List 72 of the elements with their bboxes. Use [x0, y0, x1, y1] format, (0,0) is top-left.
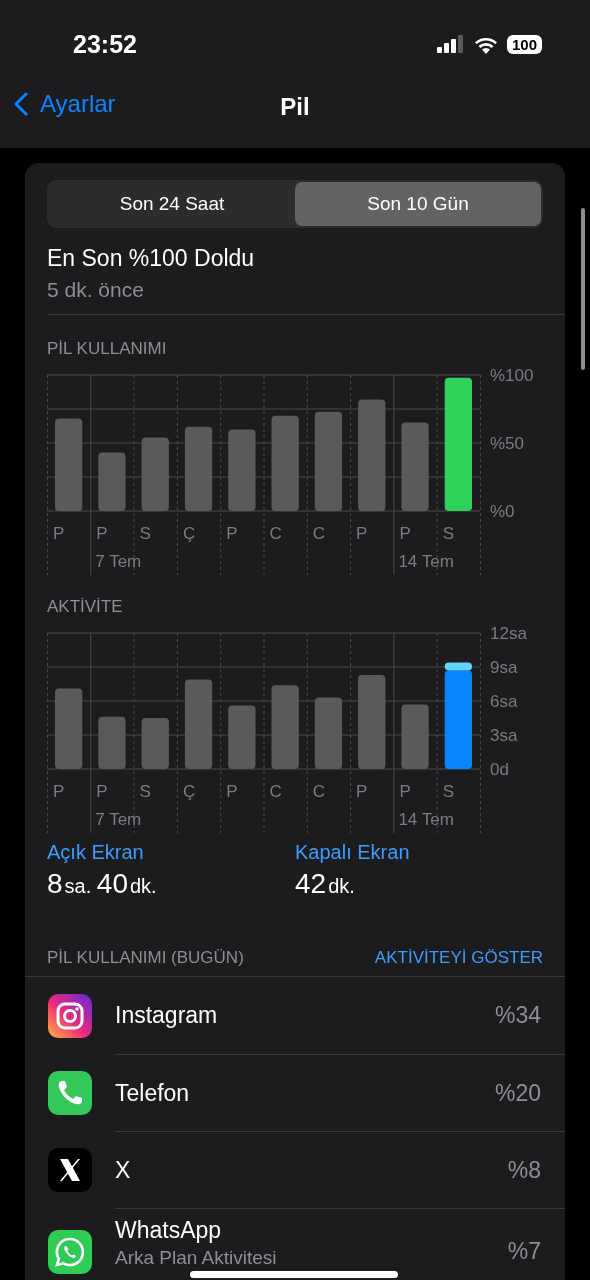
axis-label: P	[53, 782, 65, 801]
phone-icon	[48, 1070, 92, 1115]
axis-label: P	[96, 524, 108, 543]
app-row[interactable]: Telefon %20	[25, 1054, 565, 1131]
x-logo-icon	[48, 1147, 92, 1192]
axis-label: S	[139, 782, 151, 801]
app-name: WhatsApp	[115, 1217, 223, 1244]
usage-percent: %7	[507, 1237, 541, 1265]
chart-bar	[141, 718, 169, 769]
axis-label: Ç	[182, 524, 196, 543]
axis-label: %0	[490, 502, 515, 521]
axis-label: 0d	[490, 760, 509, 779]
axis-label: %50	[490, 434, 525, 453]
range-tab[interactable]: Son 10 Gün	[295, 182, 541, 226]
axis-label: P	[399, 524, 411, 543]
axis-label: 7 Tem	[95, 552, 142, 571]
chevron-icon	[14, 92, 28, 116]
axis-label: 14 Tem	[398, 810, 454, 829]
axis-label: P	[226, 524, 238, 543]
app-row[interactable]: X %8	[25, 1131, 565, 1208]
app-name: Instagram	[115, 1002, 218, 1029]
axis-label: P	[226, 782, 238, 801]
stat-label: Kapalı Ekran	[295, 841, 411, 864]
axis-label: P	[356, 524, 368, 543]
chart-title: PİL KULLANIMI	[47, 339, 168, 359]
axis-label: S	[442, 782, 455, 801]
axis-label: 14 Tem	[398, 552, 454, 571]
axis-label: P	[356, 782, 368, 801]
axis-label: S	[139, 524, 151, 543]
axis-label: P	[399, 782, 411, 801]
axis-label: P	[96, 782, 108, 801]
chart-bar	[98, 452, 126, 511]
axis-label: 12sa	[490, 624, 527, 643]
stat-value: 8sa. 40dk.	[47, 868, 158, 900]
app-subtitle: Arka Plan Aktivitesi	[115, 1248, 277, 1269]
app-row[interactable]: Instagram %34	[25, 977, 565, 1054]
last-charge-time: 5 dk. önce	[47, 278, 145, 302]
camera-app-icon	[48, 993, 92, 1038]
last-charge-title: En Son %100 Doldu	[47, 245, 256, 272]
page-title: Pil	[280, 93, 310, 121]
battery-level: 100	[506, 34, 542, 54]
axis-label: C	[269, 524, 282, 543]
axis-label: 9sa	[490, 658, 518, 677]
chart-bar	[401, 704, 429, 769]
axis-label: C	[269, 782, 282, 801]
back-button[interactable]: Ayarlar	[14, 90, 116, 118]
app-name: Telefon	[115, 1079, 190, 1107]
usage-percent: %20	[494, 1079, 541, 1107]
stat-label: Açık Ekran	[47, 841, 145, 864]
stat-value: 42dk.	[295, 868, 356, 900]
range-tab[interactable]: Son 24 Saat	[49, 182, 295, 226]
chart-bar	[314, 697, 343, 769]
axis-label: Ç	[182, 782, 196, 801]
clock-time: 23:52	[73, 29, 137, 59]
axis-label: P	[53, 524, 65, 543]
axis-label: %100	[490, 366, 534, 385]
chat-bubble-icon	[48, 1230, 92, 1274]
usage-percent: %8	[507, 1156, 541, 1184]
show-activity-link[interactable]: AKTİVİTEYİ GÖSTER	[374, 948, 543, 968]
chart-bar	[228, 705, 256, 769]
axis-label: S	[442, 524, 455, 543]
app-name: X	[115, 1156, 131, 1184]
chart-title: AKTİVİTE	[47, 597, 124, 617]
axis-label: C	[312, 524, 326, 543]
usage-percent: %34	[494, 1002, 541, 1029]
axis-label: 6sa	[490, 692, 518, 711]
axis-label: 7 Tem	[95, 810, 142, 829]
axis-label: 3sa	[490, 726, 518, 745]
chart-bar	[98, 716, 126, 769]
section-title: PİL KULLANIMI (BUGÜN)	[47, 948, 244, 968]
axis-label: C	[312, 782, 326, 801]
signal-icon	[436, 35, 465, 53]
